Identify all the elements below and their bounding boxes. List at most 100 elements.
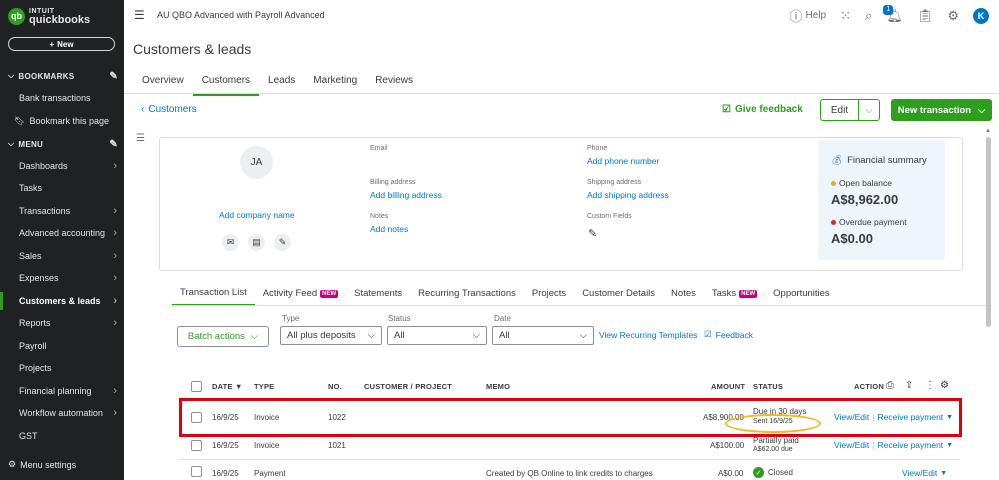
email-label: Email [370, 145, 388, 152]
add-shipping-address-link[interactable]: Add shipping address [587, 190, 669, 200]
tab-recurring-transactions[interactable]: Recurring Transactions [410, 285, 524, 306]
chevron-down-icon[interactable]: ⌵ [859, 105, 879, 116]
receive-payment-link[interactable]: Receive payment [878, 440, 944, 450]
new-button-label: New [57, 39, 74, 49]
sidebar-item-workflow-automation[interactable]: Workflow automation › [0, 402, 124, 424]
search-icon[interactable]: ⌕ [865, 8, 872, 24]
sidebar-item-reports[interactable]: Reports › [0, 312, 124, 334]
sidebar-item-bookmark-this-page[interactable]: 🔖︎ Bookmark this page [0, 110, 124, 132]
edit-note-icon[interactable]: ✎ [274, 234, 291, 251]
new-transaction-button[interactable]: New transaction ⌵ [891, 99, 992, 121]
edit-button[interactable]: Edit ⌵ [820, 99, 880, 121]
scroll-up-arrow-icon[interactable]: ▲ [985, 128, 991, 134]
menu-header[interactable]: ⌵ MENU ✎ [8, 139, 118, 150]
new-button[interactable]: + New [8, 37, 115, 51]
date-filter-value: All [499, 330, 510, 341]
menu-settings[interactable]: ⚙ Menu settings [8, 459, 76, 470]
pencil-icon[interactable]: ✎ [109, 71, 118, 82]
gear-icon[interactable]: ⚙ [940, 380, 949, 391]
topbar: ☰ AU QBO Advanced with Payroll Advanced … [124, 0, 999, 30]
page-title: Customers & leads [133, 41, 252, 57]
chevron-down-icon: ⌵ [472, 330, 480, 341]
tab-label: Opportunities [773, 288, 830, 299]
status-filter-select[interactable]: All ⌵ [387, 326, 487, 345]
add-phone-link[interactable]: Add phone number [587, 156, 659, 166]
plus-icon: + [49, 39, 55, 49]
tab-customer-details[interactable]: Customer Details [574, 285, 663, 306]
caret-down-icon[interactable]: ▼ [940, 470, 947, 477]
email-icon[interactable]: ✉ [222, 234, 239, 251]
sidebar-item-label: Dashboards [19, 161, 68, 171]
tab-transaction-list[interactable]: Transaction List [172, 285, 255, 306]
chevron-down-icon: ⌵ [579, 330, 587, 341]
column-header-action: ACTION [854, 382, 884, 391]
add-company-name-link[interactable]: Add company name [219, 210, 295, 220]
row-type: Invoice [254, 441, 280, 450]
column-header-date[interactable]: DATE ▼ [212, 382, 243, 391]
sidebar-item-projects[interactable]: Projects [0, 357, 124, 379]
add-notes-link[interactable]: Add notes [370, 224, 408, 234]
vertical-scrollbar[interactable] [986, 137, 991, 327]
tab-tasks[interactable]: Tasks NEW [704, 285, 765, 306]
tab-notes[interactable]: Notes [663, 285, 704, 306]
gear-icon[interactable]: ⚙ [947, 8, 959, 24]
feedback-label: Feedback [715, 329, 753, 340]
sidebar-item-financial-planning[interactable]: Financial planning › [0, 380, 124, 402]
column-header-amount[interactable]: AMOUNT [711, 382, 745, 391]
tab-statements[interactable]: Statements [346, 285, 410, 306]
sidebar-item-customers-leads[interactable]: Customers & leads › [0, 290, 124, 312]
row-checkbox[interactable] [191, 440, 202, 451]
row-status-label: Closed [768, 468, 793, 477]
feedback-link[interactable]: ☑ Feedback [704, 329, 753, 340]
more-options-icon[interactable]: ⋮ [925, 380, 935, 391]
tab-activity-feed[interactable]: Activity Feed NEW [255, 285, 346, 306]
gear-icon: ⚙ [8, 459, 17, 469]
export-icon[interactable]: ⇪ [905, 380, 913, 391]
row-status-secondary: A$62.00 due [753, 446, 793, 453]
select-all-checkbox[interactable] [191, 381, 202, 392]
sidebar-item-sales[interactable]: Sales › [0, 245, 124, 267]
add-billing-address-link[interactable]: Add billing address [370, 190, 442, 200]
sidebar-item-tasks[interactable]: Tasks [0, 177, 124, 199]
user-avatar[interactable]: K [973, 7, 989, 24]
batch-actions-button[interactable]: Batch actions ⌵ [177, 326, 269, 347]
give-feedback-button[interactable]: ☑ Give feedback [722, 104, 803, 115]
sidebar-item-transactions[interactable]: Transactions › [0, 200, 124, 222]
sidebar-item-label: Bank transactions [19, 93, 91, 103]
date-filter-select[interactable]: All ⌵ [492, 326, 594, 345]
column-header-memo[interactable]: MEMO [486, 382, 510, 391]
tab-projects[interactable]: Projects [524, 285, 574, 306]
type-filter-select[interactable]: All plus deposits ⌵ [280, 326, 382, 345]
sidebar-item-bank-transactions[interactable]: Bank transactions [0, 87, 124, 109]
back-to-customers-link[interactable]: ‹ Customers [141, 104, 197, 115]
hamburger-menu-icon[interactable]: ☰ [134, 8, 145, 22]
view-recurring-templates-link[interactable]: View Recurring Templates [599, 330, 697, 340]
help-button[interactable]: ⓘ Help [790, 6, 827, 25]
collapse-panel-icon[interactable]: ☰ [136, 133, 145, 144]
clipboard-icon[interactable]: 📋︎ [917, 8, 934, 24]
quickbooks-logo[interactable]: qb INTUIT quickbooks [8, 7, 90, 26]
sidebar-item-gst[interactable]: GST [0, 425, 124, 447]
sidebar-item-dashboards[interactable]: Dashboards › [0, 155, 124, 177]
column-header-status[interactable]: STATUS [753, 382, 783, 391]
bookmarks-header[interactable]: ⌵ BOOKMARKS ✎ [8, 71, 118, 82]
notifications-icon[interactable]: 1 🔔︎ [883, 4, 903, 24]
print-icon[interactable]: ⎙ [886, 380, 894, 391]
row-checkbox[interactable] [191, 466, 202, 477]
pencil-icon[interactable]: ✎ [588, 227, 597, 240]
column-header-type[interactable]: TYPE [254, 382, 274, 391]
tab-opportunities[interactable]: Opportunities [765, 285, 838, 306]
view-edit-link[interactable]: View/Edit [902, 468, 937, 478]
column-header-no[interactable]: NO. [328, 382, 342, 391]
bookmarks-header-label: BOOKMARKS [18, 71, 75, 81]
column-header-customer-project[interactable]: CUSTOMER / PROJECT [364, 382, 452, 391]
caret-down-icon[interactable]: ▼ [946, 442, 953, 449]
view-edit-link[interactable]: View/Edit [834, 440, 869, 450]
sidebar-item-payroll[interactable]: Payroll [0, 335, 124, 357]
invoice-icon[interactable]: ▤ [248, 234, 265, 251]
help-icon: ⓘ [789, 9, 803, 24]
sidebar-item-advanced-accounting[interactable]: Advanced accounting › [0, 222, 124, 244]
sidebar-item-expenses[interactable]: Expenses › [0, 267, 124, 289]
apps-grid-icon[interactable]: ⁙ [840, 8, 851, 24]
pencil-icon[interactable]: ✎ [109, 139, 118, 150]
